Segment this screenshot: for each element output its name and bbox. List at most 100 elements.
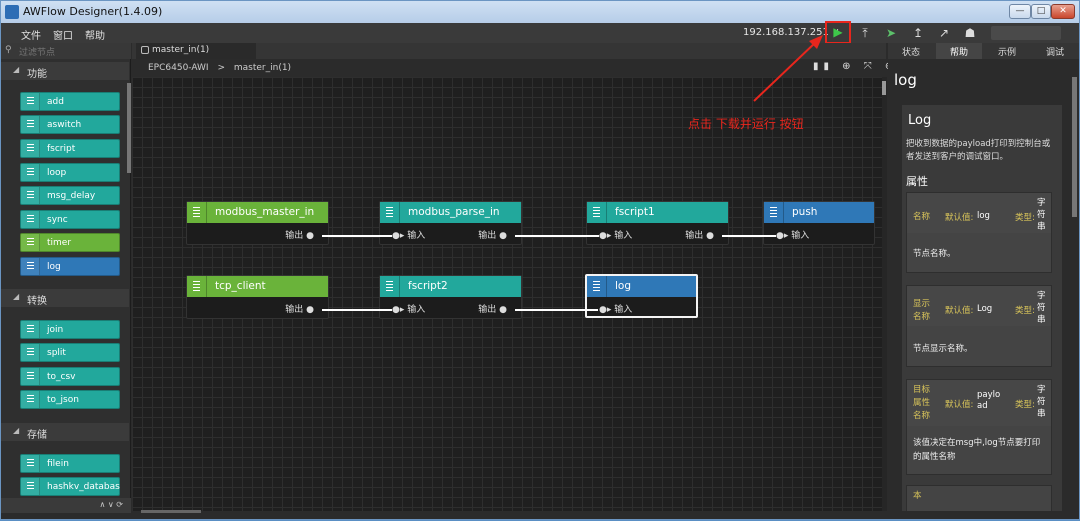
tab-label: master_in(1)	[152, 45, 210, 55]
breadcrumb-device[interactable]: EPC6450-AWI	[148, 63, 209, 73]
node-icon	[21, 234, 40, 251]
palette-node-sync[interactable]: sync	[20, 210, 120, 229]
window-title: AWFlow Designer(1.4.09)	[23, 5, 163, 18]
category-storage[interactable]: ◢ 存储	[1, 423, 129, 441]
palette-node-aswitch[interactable]: aswitch	[20, 115, 120, 134]
palette-node-to-csv[interactable]: to_csv	[20, 367, 120, 386]
input-port[interactable]: ●▸ 输入	[392, 228, 425, 241]
tab-debug[interactable]: 调试	[1032, 43, 1078, 59]
search-placeholder: 过滤节点	[19, 48, 56, 58]
category-convert[interactable]: ◢ 转换	[1, 289, 129, 307]
palette-node-timer[interactable]: timer	[20, 233, 120, 252]
palette-node-label: join	[47, 325, 64, 335]
title-bar: AWFlow Designer(1.4.09) — □ ✕	[1, 1, 1079, 23]
app-logo-icon	[5, 5, 19, 19]
palette-node-split[interactable]: split	[20, 343, 120, 362]
output-port[interactable]: 输出 ●	[478, 228, 507, 241]
palette-node-hashkv[interactable]: hashkv_databas	[20, 477, 120, 496]
share-icon[interactable]: ↗	[933, 24, 955, 42]
node-header: modbus_master_in	[187, 202, 328, 223]
download-run-button[interactable]: ▶	[825, 21, 851, 44]
close-button[interactable]: ✕	[1051, 4, 1075, 19]
palette-node-loop[interactable]: loop	[20, 163, 120, 182]
node-header: log	[587, 276, 696, 297]
wire-fscript2-to-log[interactable]	[515, 309, 598, 311]
help-scrollbar[interactable]	[1072, 77, 1077, 217]
zoom-tools[interactable]: ▮▮ ⊕ ⤧ ⊖	[813, 61, 898, 72]
tab-master-in[interactable]: master_in(1)	[136, 43, 256, 59]
flow-node-fscript1[interactable]: fscript1 ●▸ 输入 输出 ●	[586, 201, 729, 245]
flow-node-modbus-master-in[interactable]: modbus_master_in 输出 ●	[186, 201, 329, 245]
user-icon[interactable]: ☗	[959, 24, 981, 42]
palette-node-fscript[interactable]: fscript	[20, 139, 120, 158]
node-header: push	[764, 202, 874, 223]
flow-node-modbus-parse-in[interactable]: modbus_parse_in ●▸ 输入 输出 ●	[379, 201, 522, 245]
menu-file[interactable]: 文件	[21, 27, 41, 42]
node-icon	[187, 276, 207, 297]
flow-icon	[141, 46, 149, 54]
output-port[interactable]: 输出 ●	[285, 302, 314, 315]
palette-footer-controls[interactable]: ∧ ∨ ⟳	[1, 498, 131, 513]
wire-master-to-parse[interactable]	[322, 235, 392, 237]
menu-help[interactable]: 帮助	[85, 27, 105, 42]
user-account-box[interactable]	[991, 26, 1061, 40]
palette-node-join[interactable]: join	[20, 320, 120, 339]
breadcrumb-flow[interactable]: master_in(1)	[234, 63, 291, 73]
maximize-button[interactable]: □	[1031, 4, 1051, 19]
wire-tcp-to-fscript2[interactable]	[322, 309, 392, 311]
node-title: fscript2	[408, 280, 448, 292]
palette-search-input[interactable]: ⚲ 过滤节点	[1, 43, 131, 59]
collapse-icon: ◢	[13, 292, 20, 301]
palette-node-label: filein	[47, 459, 69, 469]
tab-examples[interactable]: 示例	[984, 43, 1030, 59]
export-icon[interactable]: ↥	[907, 24, 929, 42]
node-title: log	[615, 280, 632, 292]
collapse-icon: ◢	[13, 426, 20, 435]
category-function[interactable]: ◢ 功能	[1, 62, 129, 80]
palette-node-label: log	[47, 262, 61, 272]
menu-window[interactable]: 窗口	[53, 27, 73, 42]
tab-help[interactable]: 帮助	[936, 43, 982, 59]
flow-node-log[interactable]: log ●▸ 输入	[585, 274, 698, 318]
node-icon	[21, 258, 40, 275]
default-value: Log	[977, 304, 993, 314]
node-title: push	[792, 206, 818, 218]
tab-status[interactable]: 状态	[888, 43, 934, 59]
breadcrumb: EPC6450-AWI > master_in(1)	[132, 59, 886, 77]
deploy-icon[interactable]: ➤	[880, 24, 902, 42]
input-port[interactable]: ●▸ 输入	[599, 228, 632, 241]
palette-node-label: to_json	[47, 395, 79, 405]
input-port[interactable]: ●▸ 输入	[776, 228, 809, 241]
property-description: 节点名称。	[913, 249, 956, 259]
wire-parse-to-fscript1[interactable]	[515, 235, 599, 237]
palette-node-add[interactable]: add	[20, 92, 120, 111]
input-port[interactable]: ●▸ 输入	[392, 302, 425, 315]
wire-fscript1-to-push[interactable]	[722, 235, 776, 237]
node-icon	[21, 211, 40, 228]
node-title: modbus_parse_in	[408, 206, 500, 218]
upload-icon[interactable]: ⤒	[854, 24, 876, 42]
canvas-horizontal-scrollbar[interactable]	[141, 510, 201, 513]
node-icon	[21, 344, 40, 361]
flow-node-push[interactable]: push ●▸ 输入	[763, 201, 875, 245]
canvas-vertical-scrollbar[interactable]	[882, 77, 887, 511]
flow-node-tcp-client[interactable]: tcp_client 输出 ●	[186, 275, 329, 319]
output-port[interactable]: 输出 ●	[685, 228, 714, 241]
palette-node-log[interactable]: log	[20, 257, 120, 276]
node-icon	[587, 202, 607, 223]
palette-node-filein[interactable]: filein	[20, 454, 120, 473]
palette-node-to-json[interactable]: to_json	[20, 390, 120, 409]
output-port[interactable]: 输出 ●	[478, 302, 507, 315]
node-icon	[21, 116, 40, 133]
flow-node-fscript2[interactable]: fscript2 ●▸ 输入 输出 ●	[379, 275, 522, 319]
default-label: 默认值:	[945, 400, 974, 410]
scroll-thumb[interactable]	[882, 81, 886, 95]
node-header: fscript2	[380, 276, 521, 297]
palette-scrollbar[interactable]	[127, 83, 131, 173]
minimize-button[interactable]: —	[1009, 4, 1031, 19]
input-port[interactable]: ●▸ 输入	[599, 302, 632, 315]
palette-node-label: sync	[47, 215, 68, 225]
palette-node-msg-delay[interactable]: msg_delay	[20, 186, 120, 205]
output-port[interactable]: 输出 ●	[285, 228, 314, 241]
flow-canvas[interactable]: modbus_master_in 输出 ● modbus_parse_in ●▸…	[132, 77, 882, 511]
